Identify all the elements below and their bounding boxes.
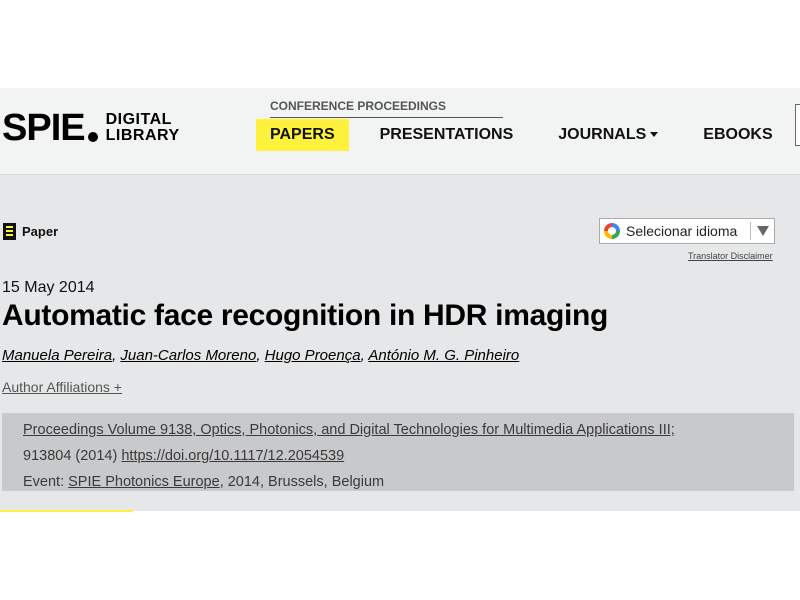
proceedings-info: Proceedings Volume 9138, Optics, Photoni… [2, 413, 794, 491]
search-box-edge[interactable] [795, 104, 800, 146]
author-link[interactable]: Juan-Carlos Moreno [120, 347, 256, 364]
site-header: SPIE DIGITAL LIBRARY CONFERENCE PROCEEDI… [0, 88, 800, 175]
language-select[interactable]: Selecionar idioma [599, 218, 775, 244]
spie-logo[interactable]: SPIE DIGITAL LIBRARY [2, 108, 180, 148]
author-link[interactable]: Manuela Pereira [2, 347, 112, 364]
event-link[interactable]: SPIE Photonics Europe [68, 474, 220, 490]
logo-sub-line1: DIGITAL [105, 111, 172, 128]
language-select-divider [750, 222, 751, 240]
nav-presentations-label: PRESENTATIONS [379, 126, 514, 143]
nav-presentations[interactable]: PRESENTATIONS [366, 119, 528, 151]
triangle-down-icon [757, 226, 769, 236]
nav-ebooks-label: EBOOKS [703, 126, 773, 143]
caret-down-icon [650, 132, 659, 138]
author-separator: , [256, 347, 265, 364]
content-type-label: Paper [22, 224, 59, 239]
language-select-label: Selecionar idioma [626, 223, 738, 239]
doi-line: 913804 (2014) https://doi.org/10.1117/12… [23, 443, 794, 469]
event-prefix: Event: [23, 474, 69, 490]
main-nav: PAPERS PRESENTATIONS JOURNALS EBOOKS [256, 119, 800, 151]
nav-papers[interactable]: PAPERS [256, 119, 349, 151]
author-link[interactable]: Hugo Proença [265, 347, 361, 364]
author-link[interactable]: António M. G. Pinheiro [368, 347, 519, 364]
logo-dot [87, 132, 98, 142]
google-icon [604, 223, 620, 239]
publication-date: 15 May 2014 [2, 279, 95, 296]
author-list: Manuela Pereira, Juan-Carlos Moreno, Hug… [2, 347, 519, 364]
conference-proceedings-label[interactable]: CONFERENCE PROCEEDINGS [270, 99, 503, 118]
event-details: , 2014, Brussels, Belgium [219, 474, 385, 490]
nav-papers-label: PAPERS [270, 126, 335, 143]
content-type-tag: Paper [3, 223, 58, 240]
article-id: 913804 (2014) [23, 448, 122, 464]
logo-subtitle: DIGITAL LIBRARY [106, 112, 180, 144]
doi-link[interactable]: https://doi.org/10.1117/12.2054539 [121, 448, 344, 464]
document-icon [3, 223, 16, 240]
proceedings-volume-link[interactable]: Proceedings Volume 9138, Optics, Photoni… [23, 422, 675, 438]
event-line: Event: SPIE Photonics Europe, 2014, Brus… [23, 469, 794, 495]
logo-wordmark: SPIE [2, 107, 86, 149]
tab-accent-bar [0, 510, 133, 512]
article-header: Paper Selecionar idioma Translator Discl… [0, 175, 800, 511]
nav-journals[interactable]: JOURNALS [544, 119, 672, 151]
translator-disclaimer-link[interactable]: Translator Disclaimer [688, 251, 773, 261]
proceedings-volume-line: Proceedings Volume 9138, Optics, Photoni… [23, 417, 794, 443]
nav-journals-label: JOURNALS [558, 126, 647, 143]
nav-ebooks[interactable]: EBOOKS [689, 119, 786, 151]
article-title: Automatic face recognition in HDR imagin… [2, 299, 609, 332]
logo-sub-line2: LIBRARY [105, 127, 180, 144]
author-affiliations-toggle[interactable]: Author Affiliations + [2, 379, 122, 395]
